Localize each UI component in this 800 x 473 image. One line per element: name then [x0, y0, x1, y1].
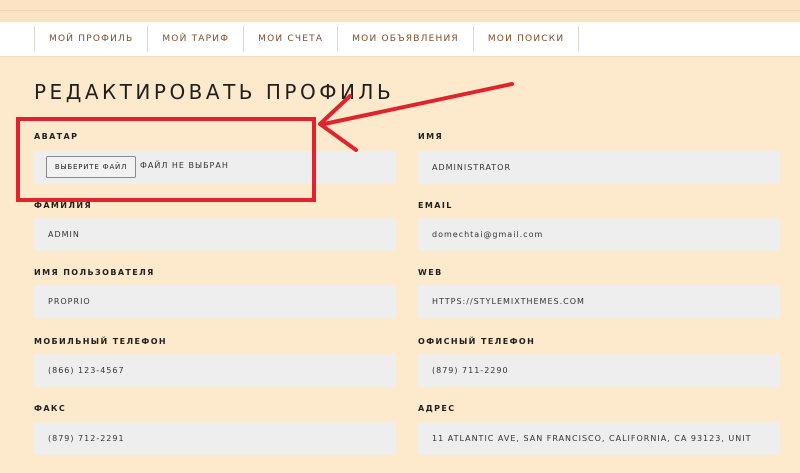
mobile-phone-input[interactable]: [34, 354, 396, 387]
top-strip: [0, 0, 800, 22]
mobile-phone-label: Мобильный телефон: [34, 337, 168, 346]
nav-item-my-profile[interactable]: Мой профиль: [34, 26, 147, 52]
office-phone-input[interactable]: [418, 354, 780, 387]
nav-item-my-plan[interactable]: Мой тариф: [147, 26, 243, 52]
last-name-label: Фамилия: [34, 201, 93, 210]
nav-item-my-searches[interactable]: Мои поиски: [472, 26, 580, 52]
nav-item-my-listings[interactable]: Мои объявления: [337, 26, 473, 52]
office-phone-label: Офисный телефон: [418, 337, 536, 346]
page-title: Редактировать профиль: [34, 80, 395, 104]
fax-input[interactable]: [34, 422, 396, 455]
nav-item-my-invoices[interactable]: Мои счета: [243, 26, 337, 52]
username-input[interactable]: [34, 285, 396, 318]
address-input[interactable]: [418, 422, 780, 455]
name-input[interactable]: [418, 151, 780, 184]
email-input[interactable]: [418, 218, 780, 251]
profile-nav: Мой профиль Мой тариф Мои счета Мои объя…: [0, 22, 800, 57]
username-label: Имя пользователя: [34, 268, 155, 277]
email-label: Email: [418, 201, 453, 210]
web-input[interactable]: [418, 285, 780, 318]
fax-label: Факс: [34, 404, 67, 413]
annotation-highlight-box: [16, 117, 316, 202]
name-label: Имя: [418, 132, 444, 141]
last-name-input[interactable]: [34, 218, 396, 251]
address-label: Адрес: [418, 404, 456, 413]
web-label: Web: [418, 268, 443, 277]
